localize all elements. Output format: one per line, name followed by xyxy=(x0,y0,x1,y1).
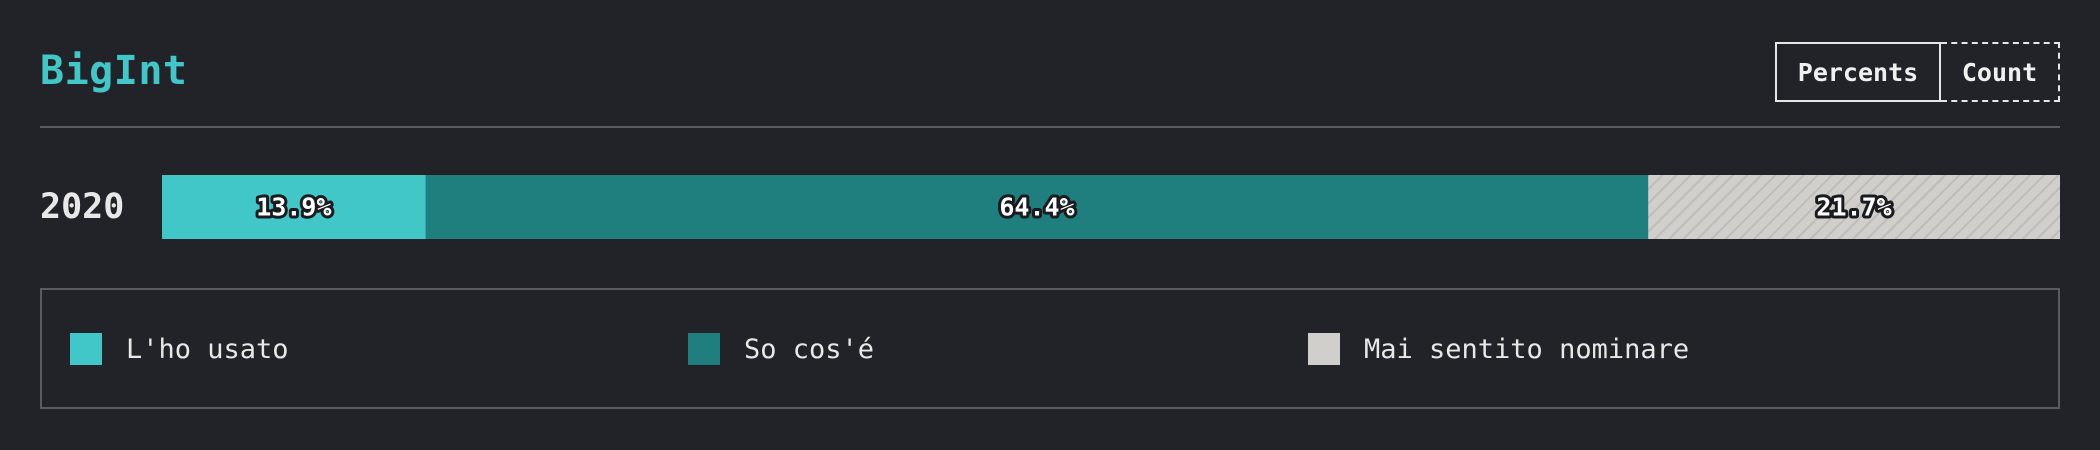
legend-label-never: Mai sentito nominare xyxy=(1364,333,1690,365)
legend-label-know: So cos'é xyxy=(744,333,875,365)
count-button[interactable]: Count xyxy=(1941,42,2060,102)
legend-item-never[interactable]: Mai sentito nominare xyxy=(1308,333,1689,365)
chart-title: BigInt xyxy=(40,48,188,94)
legend: L'ho usato So cos'é Mai sentito nominare xyxy=(40,288,2060,409)
legend-label-used: L'ho usato xyxy=(126,333,289,365)
legend-item-used[interactable]: L'ho usato xyxy=(70,333,289,365)
bar-label-know: 64.4% xyxy=(999,193,1074,222)
percents-button[interactable]: Percents xyxy=(1775,42,1941,102)
bar-row-2020: 2020 13.9% 64.4% 21.7% xyxy=(40,175,2060,239)
year-label: 2020 xyxy=(40,187,125,227)
units-toggle: Percents Count xyxy=(1775,42,2060,102)
legend-item-know[interactable]: So cos'é xyxy=(688,333,874,365)
legend-swatch-never xyxy=(1308,333,1340,365)
chart-block: BigInt Percents Count 2020 13.9% 64.4% 21.… xyxy=(40,0,2060,409)
bar-label-used: 13.9% xyxy=(256,193,331,222)
stacked-bar: 13.9% 64.4% 21.7% xyxy=(162,175,2060,239)
chart-header: BigInt Percents Count xyxy=(40,0,2060,128)
bar-label-never: 21.7% xyxy=(1816,193,1891,222)
legend-swatch-used xyxy=(70,333,102,365)
legend-swatch-know xyxy=(688,333,720,365)
